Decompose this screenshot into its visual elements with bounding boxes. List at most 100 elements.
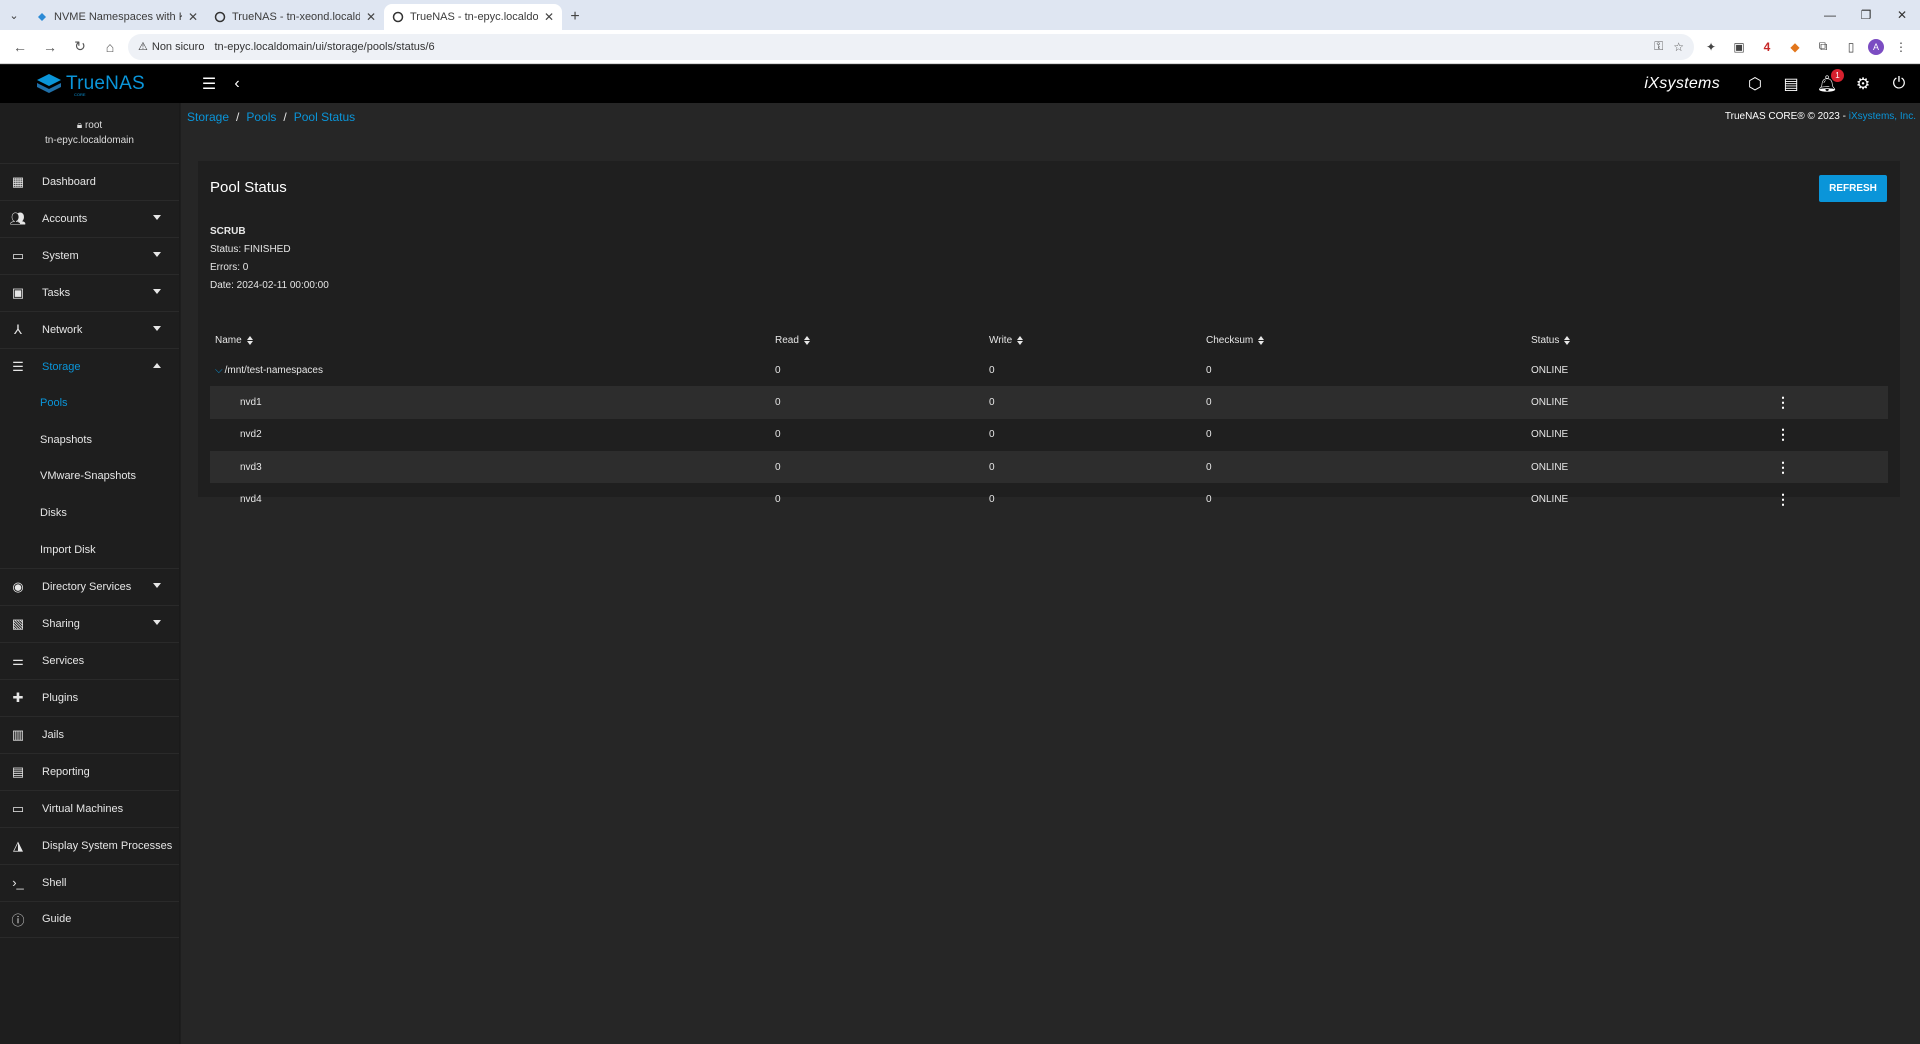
sidebar-item-display-system-processes[interactable]: ◮ Display System Processes [0,826,179,864]
sidebar-subitem-snapshots[interactable]: Snapshots [0,422,179,459]
notification-badge: 1 [1831,69,1844,82]
row-actions-more-icon[interactable]: ⋮ [1773,483,1793,515]
chevron-down-icon[interactable]: ⌵ [215,365,223,376]
sidebar-item-directory-services[interactable]: ◉ Directory Services [0,567,179,605]
sidebar-item-label: Shell [42,876,67,889]
sidebar-item-reporting[interactable]: ▤ Reporting [0,752,179,790]
table-row[interactable]: nvd2 0 0 0 ONLINE ⋮ [210,419,1888,451]
browser-menu-icon[interactable]: ⋮ [1890,36,1912,58]
ixsystems-link[interactable]: iXsystems, Inc. [1849,111,1916,122]
truecommand-icon[interactable]: ⬡ [1744,73,1766,95]
restore-icon[interactable]: ❐ [1848,0,1884,30]
minimize-icon[interactable]: — [1812,0,1848,30]
table-row[interactable]: nvd1 0 0 0 ONLINE ⋮ [210,386,1888,419]
extensions-puzzle-icon[interactable]: ⧉ [1812,36,1834,58]
tab-favicon-icon [36,11,48,23]
extension-icon[interactable]: ✦ [1700,36,1722,58]
notifications-bell-icon[interactable]: 🔔︎ 1 [1816,69,1844,95]
sidebar-item-sharing[interactable]: ▧ Sharing [0,604,179,642]
sort-icon [246,335,253,345]
address-bar[interactable]: ⚠ Non sicuro tn-epyc.localdomain/ui/stora… [128,33,1694,60]
truenas-logo[interactable]: TrueNAS [0,65,180,103]
task-manager-icon[interactable]: ▤ [1780,73,1802,95]
home-icon[interactable]: ⌂ [98,35,122,59]
sidebar-item-virtual-machines[interactable]: ▭ Virtual Machines [0,789,179,827]
sidebar-item-shell[interactable]: ›_ Shell [0,863,179,901]
url-text[interactable]: tn-epyc.localdomain/ui/storage/pools/sta… [214,41,1644,53]
row-actions-more-icon[interactable]: ⋮ [1773,451,1793,483]
back-icon[interactable]: ← [8,35,32,59]
tab-close-icon[interactable]: ✕ [544,10,554,24]
power-icon[interactable]: ⏻ [1888,73,1910,95]
sidebar-subitem-import-disk[interactable]: Import Disk [0,531,179,568]
tab-close-icon[interactable]: ✕ [188,10,198,24]
close-window-icon[interactable]: ✕ [1884,0,1920,30]
password-key-icon[interactable]: ⚿ [1654,39,1663,54]
breadcrumb-pools[interactable]: Pools [246,110,276,124]
sidebar-item-system[interactable]: ▭ System [0,237,179,274]
profile-avatar[interactable]: A [1868,38,1884,55]
extension-badge-icon[interactable]: 4 [1756,36,1778,58]
guide-icon: ⓘ [11,912,25,928]
table-row[interactable]: nvd4 0 0 0 ONLINE ⋮ [210,483,1888,515]
tab-close-icon[interactable]: ✕ [366,10,376,24]
forward-icon[interactable]: → [38,35,62,59]
row-actions-more-icon[interactable]: ⋮ [1773,386,1793,418]
table-row[interactable]: ⌵/mnt/test-namespaces 0 0 0 ONLINE [210,354,1888,386]
settings-gear-icon[interactable]: ⚙ [1852,73,1874,95]
table-row[interactable]: nvd3 0 0 0 ONLINE ⋮ [210,450,1888,484]
collapse-sidebar-icon[interactable]: ‹ [230,75,244,93]
sidebar-item-tasks[interactable]: ▣ Tasks [0,274,179,311]
sidebar-item-jails[interactable]: ▥ Jails [0,715,179,753]
checksum-errors: 0 [1206,429,1212,441]
menu-toggle-icon[interactable]: ☰ [200,75,218,93]
browser-tab-3[interactable]: TrueNAS - tn-epyc.localdomain ✕ [384,4,562,30]
metamask-icon[interactable]: ◆ [1784,36,1806,58]
ixsystems-logo[interactable]: iXsystems [1644,75,1720,93]
sidebar-subitem-pools[interactable]: Pools [0,385,179,422]
row-actions-more-icon[interactable]: ⋮ [1773,419,1793,451]
network-icon: ⅄ [14,322,22,337]
column-header-status[interactable]: Status [1531,326,1571,354]
refresh-button[interactable]: REFRESH [1819,175,1887,202]
sidebar-item-accounts[interactable]: 👥︎ Accounts [0,200,179,237]
column-header-write[interactable]: Write [989,326,1024,354]
insecure-indicator[interactable]: ⚠ Non sicuro [138,40,205,54]
pool-name-cell: ⌵/mnt/test-namespaces [215,354,323,386]
sidebar-item-network[interactable]: ⅄ Network [0,311,179,348]
browser-tab-1[interactable]: NVME Namespaces with Kingst ✕ [28,4,206,30]
new-tab-button[interactable]: + [562,4,588,30]
column-header-read[interactable]: Read [775,326,810,354]
sort-icon [803,335,810,345]
sidebar-item-plugins[interactable]: ✚ Plugins [0,678,179,716]
breadcrumb-storage[interactable]: Storage [187,110,229,124]
sidebar-subitem-disks[interactable]: Disks [0,495,179,532]
disk-name: nvd3 [240,461,262,473]
user-name: root [84,120,103,131]
browser-tab-2[interactable]: TrueNAS - tn-xeond.localdoma ✕ [206,4,384,30]
sidebar-subitem-vmware-snapshots[interactable]: VMware-Snapshots [0,458,179,495]
scrub-errors: Errors: 0 [210,262,249,273]
sidebar-item-guide[interactable]: ⓘ Guide [0,900,179,938]
sidebar-item-storage[interactable]: ☰ Storage [0,348,179,385]
column-header-checksum[interactable]: Checksum [1206,326,1265,354]
write-errors: 0 [989,364,995,376]
extension-icon[interactable]: ▣ [1728,36,1750,58]
security-label: Non sicuro [151,40,205,53]
warning-icon: ⚠ [138,41,148,53]
checksum-errors: 0 [1206,396,1212,408]
breadcrumb-pool-status[interactable]: Pool Status [294,110,355,124]
sidebar-item-dashboard[interactable]: ▦ Dashboard [0,163,179,200]
tab-search-button[interactable]: ⌄ [0,0,28,30]
column-header-name[interactable]: Name [215,326,253,354]
scrub-title: SCRUB [210,226,246,237]
dashboard-icon: ▦ [11,174,25,189]
sidebar-item-label: Services [42,654,85,667]
reload-icon[interactable]: ↻ [68,35,92,59]
copyright: TrueNAS CORE® © 2023 - iXsystems, Inc. [1725,111,1916,122]
sidebar-item-services[interactable]: ⚌ Services [0,641,179,679]
scrub-date: Date: 2024-02-11 00:00:00 [210,280,329,291]
jails-icon: ▥ [11,726,25,742]
bookmark-star-icon[interactable]: ☆ [1673,40,1684,54]
side-panel-icon[interactable]: ▯ [1840,36,1862,58]
